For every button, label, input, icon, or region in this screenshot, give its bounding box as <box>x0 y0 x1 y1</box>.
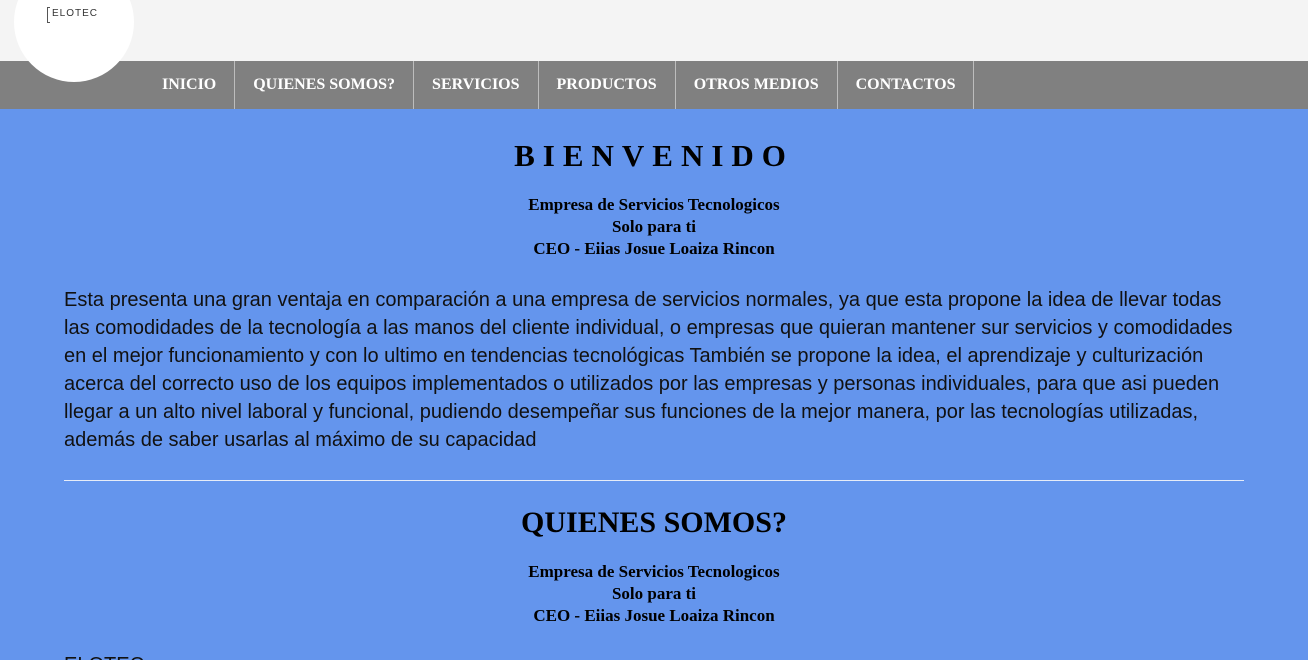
about-company-line: Empresa de Servicios Tecnologicos <box>528 562 780 581</box>
welcome-paragraph: Esta presenta una gran ventaja en compar… <box>64 289 1233 451</box>
welcome-company-line: Empresa de Servicios Tecnologicos <box>528 195 780 214</box>
top-header <box>0 0 1308 61</box>
main-navbar: INICIO QUIENES SOMOS? SERVICIOS PRODUCTO… <box>0 61 1308 109</box>
about-ceo-line: CEO - Eiias Josue Loaiza Rincon <box>533 606 775 625</box>
nav-list: INICIO QUIENES SOMOS? SERVICIOS PRODUCTO… <box>144 61 975 109</box>
about-tagline: Solo para ti <box>611 584 697 603</box>
logo-text: ELOTEC <box>52 8 99 19</box>
nav-item-contactos[interactable]: CONTACTOS <box>838 61 975 109</box>
welcome-ceo-line: CEO - Eiias Josue Loaiza Rincon <box>533 239 775 258</box>
nav-item-servicios[interactable]: SERVICIOS <box>414 61 539 109</box>
about-subtitle-block: Empresa de Servicios Tecnologicos Solo p… <box>64 561 1244 627</box>
main-content: BIENVENIDO Empresa de Servicios Tecnolog… <box>64 109 1244 660</box>
about-paragraph: ELOTEC <box>64 651 1244 660</box>
welcome-title: BIENVENIDO <box>514 138 794 173</box>
logo-bracket-icon <box>47 7 50 23</box>
welcome-subtitle-block: Empresa de Servicios Tecnologicos Solo p… <box>64 194 1244 260</box>
nav-item-inicio[interactable]: INICIO <box>144 61 236 109</box>
nav-item-otros-medios[interactable]: OTROS MEDIOS <box>676 61 838 109</box>
welcome-tagline: Solo para ti <box>611 217 697 236</box>
section-divider <box>64 480 1244 481</box>
about-title: QUIENES SOMOS? <box>521 506 787 539</box>
nav-item-quienes-somos[interactable]: QUIENES SOMOS? <box>235 61 415 109</box>
nav-item-productos[interactable]: PRODUCTOS <box>539 61 676 109</box>
